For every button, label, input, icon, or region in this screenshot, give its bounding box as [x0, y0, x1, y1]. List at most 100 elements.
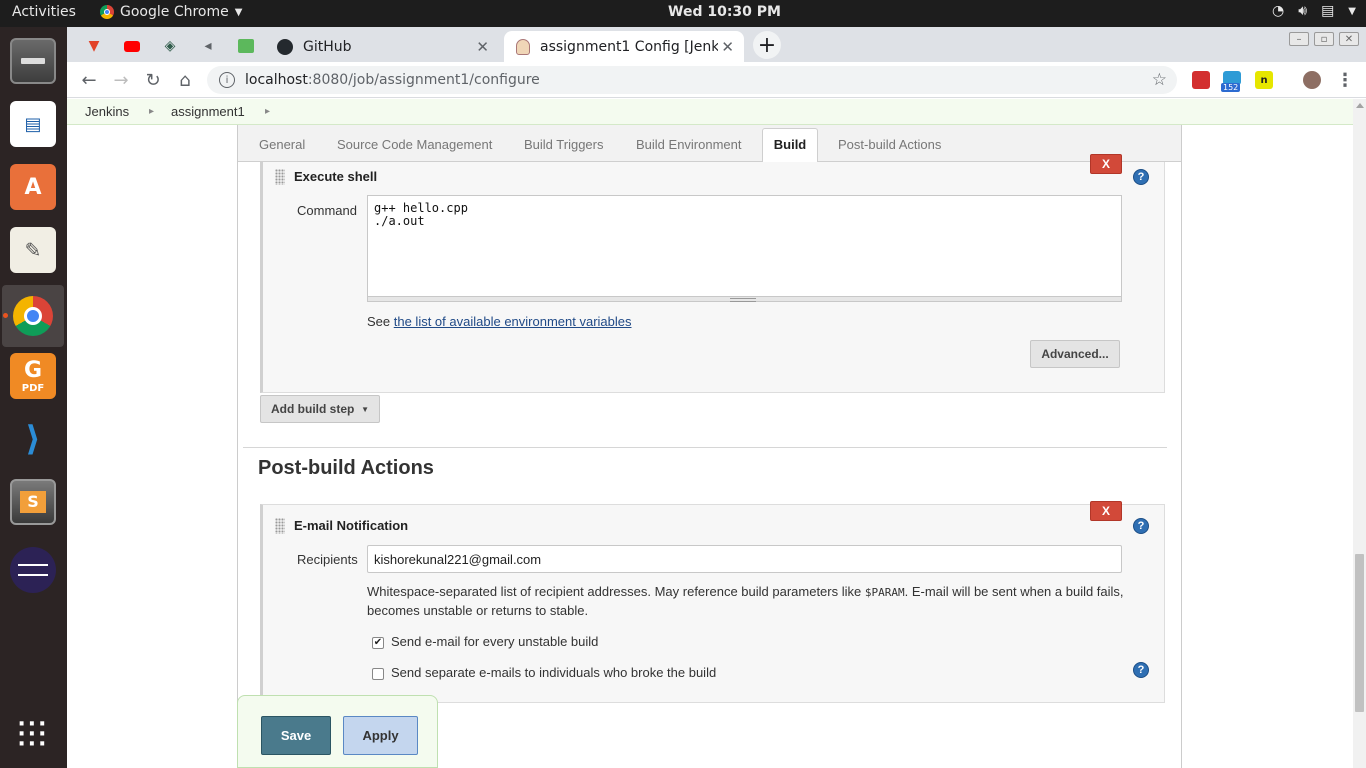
recipients-description: Whitespace-separated list of recipient a… [367, 583, 1127, 620]
address-bar[interactable]: i localhost:8080/job/assignment1/configu… [207, 66, 1177, 94]
profile-avatar[interactable] [1303, 71, 1321, 89]
system-top-bar: Activities Google Chrome ▼ Wed 10:30 PM … [0, 0, 1366, 27]
help-icon[interactable]: ? [1133, 169, 1149, 185]
tab-scm[interactable]: Source Code Management [337, 137, 492, 152]
step-title: E-mail Notification [294, 518, 409, 533]
volume-icon: 🔊︎ [1298, 3, 1308, 19]
text-editor-icon[interactable]: ✎ [10, 227, 56, 273]
new-tab-button[interactable]: + [753, 31, 781, 59]
help-icon[interactable]: ? [1133, 662, 1149, 678]
sublime-icon[interactable]: S [10, 479, 56, 525]
maximize-button[interactable]: ▫ [1314, 32, 1334, 46]
close-icon[interactable]: ✕ [476, 38, 489, 56]
url-path: :8080/job/assignment1/configure [307, 72, 540, 88]
pdf-label: PDF [21, 383, 45, 394]
tab-title: assignment1 Config [Jenk [540, 38, 718, 55]
tab-post-build-actions[interactable]: Post-build Actions [838, 137, 941, 152]
chevron-right-icon[interactable]: ▸ [149, 106, 154, 117]
dock: ▤ A ✎ G PDF ⟩ S ∙∙∙ ∙∙∙ ∙∙∙ [0, 27, 67, 768]
individuals-label: Send separate e-mails to individuals who… [391, 665, 717, 680]
env-vars-help: See the list of available environment va… [367, 314, 632, 329]
eclipse-icon[interactable] [10, 547, 56, 593]
delete-step-button[interactable]: X [1090, 154, 1122, 174]
post-build-section-title: Post-build Actions [258, 457, 434, 479]
chevron-down-icon: ▼ [1348, 6, 1356, 17]
cloud-app-icon[interactable] [229, 33, 263, 59]
advanced-button[interactable]: Advanced... [1030, 340, 1120, 368]
info-icon[interactable]: i [219, 72, 235, 88]
chrome-icon[interactable] [2, 285, 64, 347]
breadcrumb: Jenkins ▸ assignment1 ▸ [67, 99, 1353, 125]
desc-text: Whitespace-separated list of recipient a… [367, 584, 865, 599]
home-button[interactable]: ⌂ [173, 68, 197, 92]
job-config-form: General Source Code Management Build Tri… [237, 125, 1182, 768]
bookmark-extension-icon[interactable] [1192, 71, 1210, 89]
apply-button[interactable]: Apply [343, 716, 418, 755]
tab-jenkins-config[interactable]: assignment1 Config [Jenk ✕ [504, 31, 744, 62]
site-pinned-icon[interactable]: ◈ [153, 33, 187, 59]
tab-build[interactable]: Build [762, 128, 818, 163]
breadcrumb-job[interactable]: assignment1 [171, 104, 245, 119]
page-scrollbar[interactable] [1353, 99, 1366, 768]
close-window-button[interactable]: ✕ [1339, 32, 1359, 46]
email-notification-step: E-mail Notification X ? Recipients kisho… [260, 501, 1165, 703]
tab-general[interactable]: General [259, 137, 305, 152]
delete-step-button[interactable]: X [1090, 501, 1122, 521]
breadcrumb-jenkins[interactable]: Jenkins [85, 104, 129, 119]
audio-icon[interactable]: ◂ [191, 33, 225, 59]
bookmark-star-icon[interactable]: ☆ [1152, 70, 1167, 90]
add-build-step-button[interactable]: Add build step ▼ [260, 395, 380, 423]
desc-code: $PARAM [864, 586, 905, 599]
recipients-label: Recipients [297, 552, 358, 567]
step-title: Execute shell [294, 169, 378, 184]
section-divider [243, 447, 1167, 448]
jenkins-icon [516, 38, 530, 55]
browser-toolbar: ← → ↻ ⌂ i localhost:8080/job/assignment1… [67, 62, 1366, 98]
activities-button[interactable]: Activities [12, 4, 76, 20]
browser-tab-strip: ▼ ◈ ◂ GitHub ✕ assignment1 Config [Jenk … [67, 27, 1366, 62]
tab-build-triggers[interactable]: Build Triggers [524, 137, 603, 152]
tab-github[interactable]: GitHub ✕ [267, 31, 499, 62]
extension-badge-count: 152 [1221, 83, 1241, 92]
active-indicator [3, 313, 8, 318]
system-tray[interactable]: ◔ 🔊︎ ▤ ▼ [1272, 3, 1356, 19]
scrollbar-thumb[interactable] [1355, 554, 1364, 712]
unstable-build-label: Send e-mail for every unstable build [391, 634, 599, 649]
recipients-input[interactable]: kishorekunal221@gmail.com [367, 545, 1122, 573]
extension-n-icon[interactable]: n [1255, 71, 1273, 89]
pdf-editor-icon[interactable]: G PDF [10, 353, 56, 399]
minimize-button[interactable]: – [1289, 32, 1309, 46]
software-icon[interactable]: A [10, 164, 56, 210]
chevron-right-icon[interactable]: ▸ [265, 106, 270, 117]
vscode-icon[interactable]: ⟩ [10, 416, 56, 462]
app-menu[interactable]: Google Chrome ▼ [100, 4, 242, 20]
browser-menu-icon[interactable]: ⋮ [1333, 68, 1357, 92]
env-vars-prefix: See [367, 314, 394, 329]
tab-build-environment[interactable]: Build Environment [636, 137, 742, 152]
close-icon[interactable]: ✕ [721, 38, 734, 56]
youtube-icon[interactable] [115, 33, 149, 59]
drag-handle-icon[interactable] [275, 169, 285, 185]
reload-button[interactable]: ↻ [141, 68, 165, 92]
help-icon[interactable]: ? [1133, 518, 1149, 534]
writer-icon[interactable]: ▤ [10, 101, 56, 147]
command-textarea[interactable]: g++ hello.cpp ./a.out [367, 195, 1122, 297]
save-button[interactable]: Save [261, 716, 331, 755]
clipboard-icon: ▤ [1321, 3, 1335, 19]
forward-button[interactable]: → [109, 68, 133, 92]
textarea-resize-handle[interactable] [367, 297, 1122, 302]
files-icon[interactable] [10, 38, 56, 84]
back-button[interactable]: ← [77, 68, 101, 92]
individuals-checkbox[interactable] [372, 668, 384, 680]
gitlab-icon[interactable]: ▼ [77, 33, 111, 59]
scroll-up-arrow[interactable] [1356, 103, 1364, 108]
command-label: Command [297, 203, 357, 218]
caret-down-icon: ▼ [361, 404, 369, 414]
config-tab-bar: General Source Code Management Build Tri… [238, 125, 1181, 163]
env-vars-link[interactable]: the list of available environment variab… [394, 314, 632, 329]
drag-handle-icon[interactable] [275, 518, 285, 534]
app-grid-icon[interactable]: ∙∙∙ ∙∙∙ ∙∙∙ [10, 712, 56, 758]
add-build-step-label: Add build step [271, 402, 355, 416]
clock[interactable]: Wed 10:30 PM [668, 4, 781, 20]
unstable-build-checkbox[interactable]: ✔ [372, 637, 384, 649]
